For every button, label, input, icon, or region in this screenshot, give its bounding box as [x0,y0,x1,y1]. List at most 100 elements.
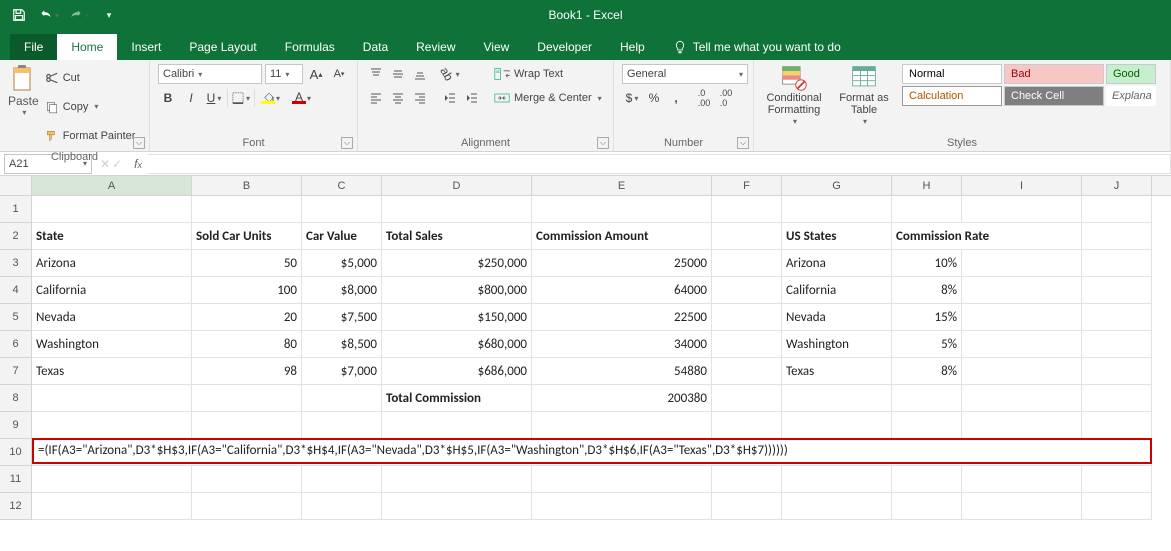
grid-cell[interactable] [892,466,962,493]
clipboard-launcher[interactable]: ⌵ [133,137,145,149]
grid-cell[interactable] [532,466,712,493]
grid-cell[interactable]: 8% [892,277,962,304]
decrease-decimal-button[interactable]: .00.0 [716,88,736,108]
grid-cell[interactable] [1082,196,1152,223]
grid-cell[interactable]: Nevada [782,304,892,331]
align-right-button[interactable] [410,88,430,108]
grid-cell[interactable] [32,412,192,439]
grid-cell[interactable] [782,466,892,493]
undo-button[interactable]: ▾ [36,3,62,27]
grid-cell[interactable] [1082,304,1152,331]
grid-cell[interactable] [892,412,962,439]
grid-cell[interactable]: 15% [892,304,962,331]
alignment-launcher[interactable]: ⌵ [597,137,609,149]
wrap-text-button[interactable]: abWrap Text [494,64,602,84]
grid-cell[interactable]: 22500 [532,304,712,331]
grid-cell[interactable]: Washington [782,331,892,358]
formula-input[interactable] [148,154,1171,174]
grid-cell[interactable] [962,304,1082,331]
select-all-corner[interactable] [0,176,32,195]
grid-cell[interactable]: Total Commission [382,385,532,412]
grid-cell[interactable] [712,412,782,439]
grid-cell[interactable] [302,412,382,439]
row-header[interactable]: 9 [0,412,32,439]
grid-cell[interactable] [32,493,192,520]
col-header-F[interactable]: F [712,176,782,195]
col-header-B[interactable]: B [192,176,302,195]
tab-developer[interactable]: Developer [523,34,606,60]
grid-cell[interactable]: $686,000 [382,358,532,385]
tab-review[interactable]: Review [402,34,469,60]
grid-cell[interactable] [32,466,192,493]
enter-formula-button[interactable]: ✓ [112,157,122,171]
grid-cell[interactable] [782,493,892,520]
grid-cell[interactable] [192,412,302,439]
grid-cell[interactable] [192,385,302,412]
grid-cell[interactable]: $8,000 [302,277,382,304]
font-launcher[interactable]: ⌵ [341,137,353,149]
grid-cell[interactable] [962,466,1082,493]
grid-cell[interactable]: 200380 [532,385,712,412]
copy-button[interactable]: Copy▾ [45,93,136,120]
grid-cell[interactable]: $680,000 [382,331,532,358]
grid-cell[interactable]: 34000 [532,331,712,358]
comma-format-button[interactable]: , [666,88,686,108]
row-header[interactable]: 7 [0,358,32,385]
grid-cell[interactable]: 98 [192,358,302,385]
grid-cell[interactable]: 50 [192,250,302,277]
grid-cell[interactable]: $5,000 [302,250,382,277]
grid-cell[interactable] [1082,277,1152,304]
style-bad[interactable]: Bad [1004,64,1104,84]
grid-cell[interactable] [302,466,382,493]
conditional-formatting-button[interactable]: Conditional Formatting▾ [762,64,826,128]
font-color-button[interactable]: A▾ [289,88,309,108]
grid-cell[interactable]: $800,000 [382,277,532,304]
number-format-combo[interactable]: General▾ [622,64,748,84]
grid-cell[interactable] [962,493,1082,520]
grid-cell[interactable]: 100 [192,277,302,304]
grid-cell[interactable] [712,223,782,250]
grid-cell[interactable]: 80 [192,331,302,358]
grid-cell[interactable] [1082,331,1152,358]
fill-color-button[interactable]: ▾ [258,88,278,108]
grid-cell[interactable] [192,466,302,493]
border-button[interactable]: ▾ [231,88,251,108]
col-header-G[interactable]: G [782,176,892,195]
grid-cell[interactable] [302,493,382,520]
cell-styles-gallery[interactable]: Normal Bad Good Calculation Check Cell E… [902,64,1156,106]
grid-cell[interactable] [712,466,782,493]
grid-cell[interactable] [712,331,782,358]
redo-button[interactable]: ▾ [66,3,92,27]
grid-cell[interactable]: California [782,277,892,304]
grid-cell[interactable]: $7,500 [302,304,382,331]
number-launcher[interactable]: ⌵ [737,137,749,149]
grid-cell[interactable] [532,196,712,223]
grid-cell[interactable] [962,412,1082,439]
tab-help[interactable]: Help [606,34,659,60]
style-normal[interactable]: Normal [902,64,1002,84]
grid-cell[interactable]: Nevada [32,304,192,331]
grid-cell[interactable] [962,331,1082,358]
orientation-button[interactable]: ab▾ [440,64,460,84]
grid-cell[interactable]: Commission Amount [532,223,712,250]
style-good[interactable]: Good [1106,64,1156,84]
grid-cell[interactable]: 8% [892,358,962,385]
col-header-C[interactable]: C [302,176,382,195]
cut-button[interactable]: Cut [45,64,136,91]
grid-cell[interactable]: Texas [32,358,192,385]
grid-cell[interactable] [962,358,1082,385]
grid-cell[interactable]: 5% [892,331,962,358]
grid-cell[interactable] [712,385,782,412]
tab-page-layout[interactable]: Page Layout [175,34,270,60]
row-header[interactable]: 6 [0,331,32,358]
grid-cell[interactable]: $250,000 [382,250,532,277]
grid-cell[interactable] [382,196,532,223]
tab-view[interactable]: View [470,34,524,60]
qat-customize[interactable]: ▾ [96,3,122,27]
grid-cell[interactable]: 10% [892,250,962,277]
row-header[interactable]: 12 [0,493,32,520]
align-top-button[interactable] [366,64,386,84]
grid-cell[interactable] [532,412,712,439]
row-header[interactable]: 3 [0,250,32,277]
grid-cell[interactable] [782,385,892,412]
